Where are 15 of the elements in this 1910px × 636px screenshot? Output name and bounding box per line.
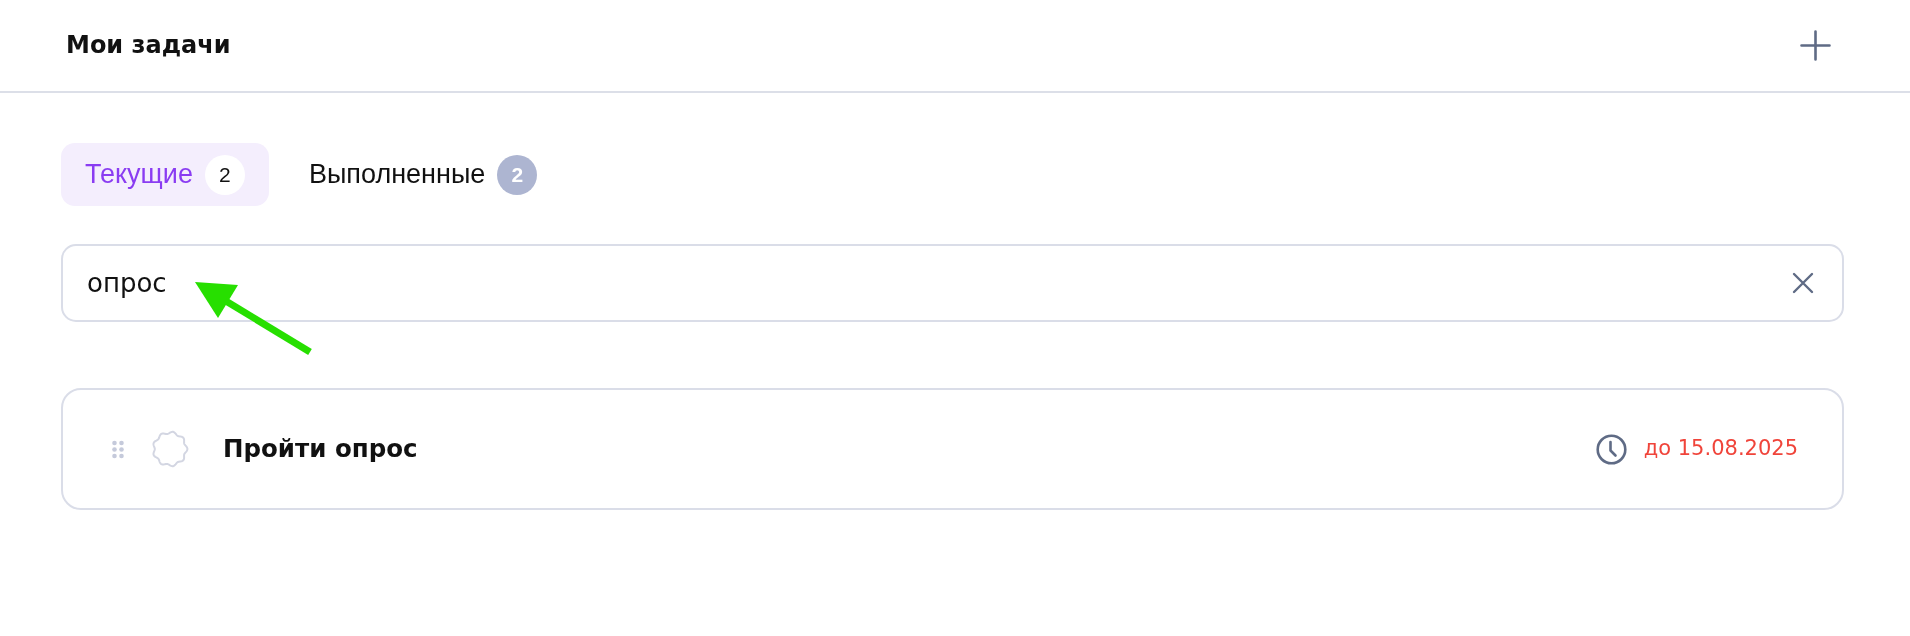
- drag-handle-icon[interactable]: [112, 439, 124, 459]
- filter-tab[interactable]: Выполненные 2: [284, 143, 562, 206]
- search-field[interactable]: опрос: [61, 244, 1844, 322]
- task-checkbox[interactable]: [151, 430, 189, 468]
- plus-icon: [1800, 30, 1831, 61]
- count-badge: 2: [497, 154, 538, 195]
- clock-icon: [1595, 433, 1627, 465]
- add-button[interactable]: [1800, 30, 1831, 61]
- filter-tab[interactable]: Текущие 2: [61, 143, 269, 206]
- page-title: Мои задачи: [66, 31, 231, 60]
- task-title: Пройти опрос: [223, 432, 418, 465]
- count-badge: 2: [204, 154, 245, 195]
- close-icon: [1792, 272, 1814, 294]
- due-date: до 15.08.2025: [1643, 435, 1798, 463]
- clear-button[interactable]: [1792, 272, 1814, 294]
